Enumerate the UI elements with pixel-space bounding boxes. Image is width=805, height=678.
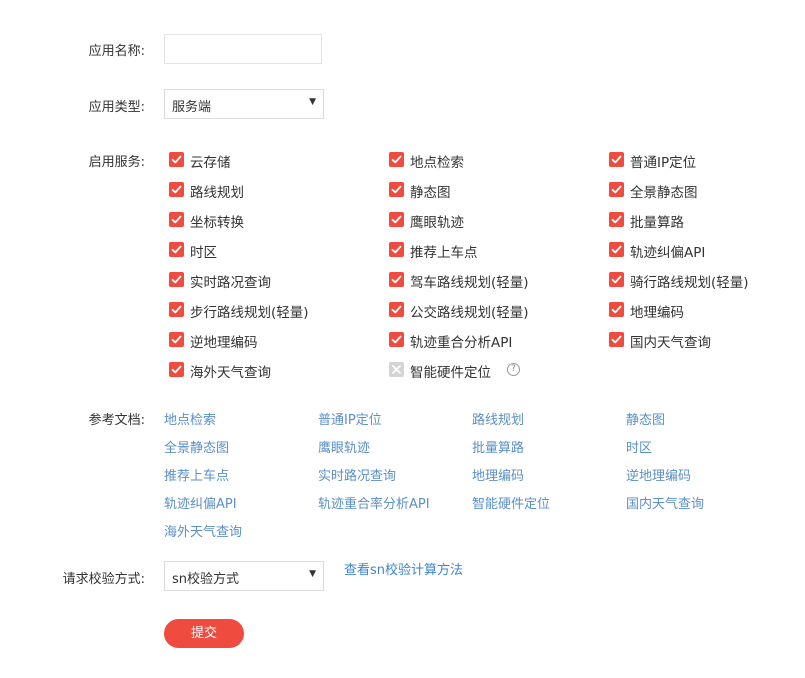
app-type-select[interactable]: 服务端 ▼ bbox=[164, 89, 324, 119]
doc-link[interactable]: 路线规划 bbox=[472, 409, 524, 428]
sn-method-link[interactable]: 查看sn校验计算方法 bbox=[344, 559, 463, 578]
service-label: 骑行路线规划(轻量) bbox=[630, 275, 749, 291]
service-label: 轨迹纠偏API bbox=[630, 245, 706, 261]
services-label: 启用服务: bbox=[88, 155, 145, 170]
service-label: 坐标转换 bbox=[190, 215, 244, 231]
service-label: 实时路况查询 bbox=[190, 275, 271, 291]
check-icon[interactable] bbox=[169, 362, 184, 377]
question-circle-icon[interactable]: ? bbox=[507, 363, 520, 376]
service-label: 批量算路 bbox=[630, 215, 684, 231]
doc-link[interactable]: 逆地理编码 bbox=[626, 465, 691, 484]
doc-link[interactable]: 批量算路 bbox=[472, 437, 524, 456]
doc-link[interactable]: 时区 bbox=[626, 437, 652, 456]
cross-icon bbox=[389, 362, 404, 377]
doc-link[interactable]: 鹰眼轨迹 bbox=[318, 437, 370, 456]
check-icon[interactable] bbox=[389, 242, 404, 257]
verify-label: 请求校验方式: bbox=[62, 572, 145, 587]
app-name-label: 应用名称: bbox=[88, 44, 145, 59]
check-icon[interactable] bbox=[389, 152, 404, 167]
check-icon[interactable] bbox=[169, 302, 184, 317]
app-name-input[interactable] bbox=[164, 34, 322, 64]
doc-link[interactable]: 国内天气查询 bbox=[626, 493, 704, 512]
doc-link[interactable]: 地理编码 bbox=[472, 465, 524, 484]
app-type-value: 服务端 bbox=[172, 100, 212, 115]
service-label: 鹰眼轨迹 bbox=[410, 215, 464, 231]
service-label: 智能硬件定位 bbox=[410, 365, 491, 381]
service-label: 步行路线规划(轻量) bbox=[190, 305, 309, 321]
doc-link[interactable]: 普通IP定位 bbox=[318, 409, 382, 428]
service-label: 静态图 bbox=[410, 185, 451, 201]
service-label: 驾车路线规划(轻量) bbox=[410, 275, 529, 291]
check-icon[interactable] bbox=[169, 242, 184, 257]
check-icon[interactable] bbox=[609, 302, 624, 317]
service-label: 地点检索 bbox=[410, 155, 464, 171]
check-icon[interactable] bbox=[609, 182, 624, 197]
check-icon[interactable] bbox=[609, 152, 624, 167]
service-label: 全景静态图 bbox=[630, 185, 698, 201]
doc-link[interactable]: 静态图 bbox=[626, 409, 665, 428]
doc-link[interactable]: 推荐上车点 bbox=[164, 465, 229, 484]
service-label: 路线规划 bbox=[190, 185, 244, 201]
caret-down-icon: ▼ bbox=[309, 97, 316, 107]
doc-link[interactable]: 实时路况查询 bbox=[318, 465, 396, 484]
app-type-label: 应用类型: bbox=[88, 100, 145, 115]
service-label: 普通IP定位 bbox=[630, 155, 697, 171]
check-icon[interactable] bbox=[609, 212, 624, 227]
doc-link[interactable]: 智能硬件定位 bbox=[472, 493, 550, 512]
caret-down-icon: ▼ bbox=[309, 569, 316, 579]
check-icon[interactable] bbox=[389, 212, 404, 227]
service-label: 国内天气查询 bbox=[630, 335, 711, 351]
check-icon[interactable] bbox=[609, 332, 624, 347]
service-label: 海外天气查询 bbox=[190, 365, 271, 381]
service-label: 时区 bbox=[190, 245, 217, 261]
verify-value: sn校验方式 bbox=[172, 572, 240, 587]
check-icon[interactable] bbox=[169, 152, 184, 167]
service-label: 推荐上车点 bbox=[410, 245, 478, 261]
check-icon[interactable] bbox=[169, 182, 184, 197]
check-icon[interactable] bbox=[169, 212, 184, 227]
check-icon[interactable] bbox=[609, 242, 624, 257]
submit-button[interactable]: 提交 bbox=[164, 619, 244, 648]
docs-label: 参考文档: bbox=[88, 413, 145, 428]
service-label: 公交路线规划(轻量) bbox=[410, 305, 529, 321]
check-icon[interactable] bbox=[609, 272, 624, 287]
doc-link[interactable]: 海外天气查询 bbox=[164, 521, 242, 540]
check-icon[interactable] bbox=[389, 302, 404, 317]
doc-link[interactable]: 轨迹纠偏API bbox=[164, 493, 237, 512]
doc-link[interactable]: 轨迹重合率分析API bbox=[318, 493, 430, 512]
service-label: 轨迹重合分析API bbox=[410, 335, 513, 351]
doc-link[interactable]: 全景静态图 bbox=[164, 437, 229, 456]
check-icon[interactable] bbox=[389, 182, 404, 197]
check-icon[interactable] bbox=[169, 272, 184, 287]
service-label: 云存储 bbox=[190, 155, 231, 171]
check-icon[interactable] bbox=[169, 332, 184, 347]
check-icon[interactable] bbox=[389, 272, 404, 287]
doc-link[interactable]: 地点检索 bbox=[164, 409, 216, 428]
service-label: 地理编码 bbox=[630, 305, 684, 321]
check-icon[interactable] bbox=[389, 332, 404, 347]
verify-select[interactable]: sn校验方式 ▼ bbox=[164, 561, 324, 591]
service-label: 逆地理编码 bbox=[190, 335, 258, 351]
